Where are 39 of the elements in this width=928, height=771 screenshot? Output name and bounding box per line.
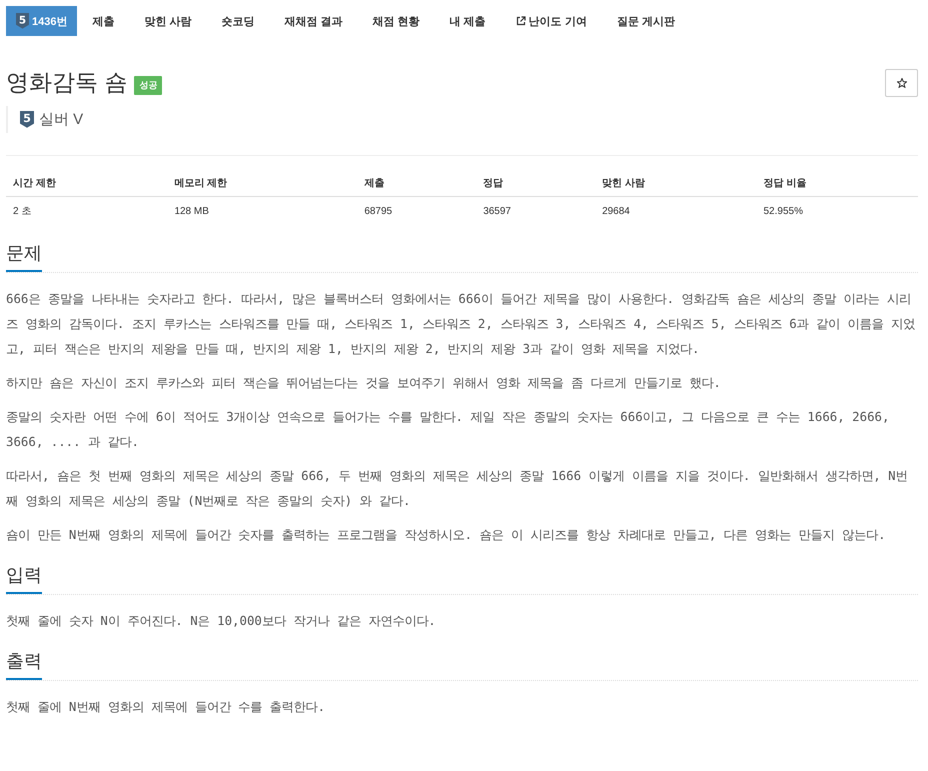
table-cell: 36597	[476, 196, 596, 225]
nav-tab[interactable]: 재채점 결과	[270, 6, 358, 36]
column-header: 정답 비율	[756, 156, 918, 196]
paragraph: 하지만 숌은 자신이 조지 루카스와 피터 잭슨을 뛰어넘는다는 것을 보여주기 위해서 영화 제목을 좀 다르게 만들기로 했다.	[6, 374, 722, 392]
section-heading: 입력	[6, 563, 42, 594]
tier-icon: 5	[20, 111, 34, 128]
status-badge: 성공	[134, 76, 162, 95]
column-header: 제출	[357, 156, 476, 196]
external-link-icon	[516, 16, 526, 26]
nav-tab[interactable]: 숏코딩	[206, 6, 270, 36]
table-cell: 29684	[595, 196, 756, 225]
nav-tab[interactable]: 5 1436번	[6, 6, 78, 36]
paragraph: 따라서, 숌은 첫 번째 영화의 제목은 세상의 종말 666, 두 번째 영화의 제목은 세상의 종말 1666 이렇게 이름을 지을 것이다. 일반화해서 생각하면, N번째 영화의 제목은 세상의 종말 (N번째로 작은 종말의 숫자) 와 같다.	[6, 467, 909, 510]
paragraph: 첫째 줄에 숫자 N이 주어진다. N은 10,000보다 작거나 같은 자연수이다.	[6, 612, 437, 630]
column-header: 정답	[476, 156, 596, 196]
table-cell: 2 초	[6, 196, 168, 225]
favorite-button[interactable]	[885, 68, 918, 96]
tier-label: 실버 V	[39, 110, 84, 129]
nav-tab[interactable]: 제출	[77, 6, 130, 36]
problem-title: 영화감독 숌	[6, 68, 128, 97]
paragraph: 종말의 숫자란 어떤 수에 6이 적어도 3개이상 연속으로 들어가는 수를 말한다. 제일 작은 종말의 숫자는 666이고, 그 다음으로 큰 수는 1666, 2666, 3666, .... 과 같다.	[6, 408, 890, 451]
paragraph: 첫째 줄에 N번째 영화의 제목에 들어간 수를 출력한다.	[6, 698, 326, 716]
nav-tab[interactable]: 맞힌 사람	[129, 6, 207, 36]
section-heading: 문제	[6, 241, 42, 272]
nav-tab[interactable]: 채점 현황	[358, 6, 435, 36]
column-header: 시간 제한	[6, 156, 168, 196]
section-heading: 출력	[6, 649, 42, 680]
column-header: 맞힌 사람	[595, 156, 756, 196]
star-icon	[896, 78, 906, 88]
paragraph: 숌이 만든 N번째 영화의 제목에 들어간 숫자를 출력하는 프로그램을 작성하시오. 숌은 이 시리즈를 항상 차례대로 만들고, 다른 영화는 만들지 않는다.	[6, 526, 887, 544]
table-cell: 52.955%	[756, 196, 918, 225]
paragraph: 666은 종말을 나타내는 숫자라고 한다. 따라서, 많은 블록버스터 영화에서는 666이 들어간 제목을 많이 사용한다. 영화감독 숌은 세상의 종말 이라는 시리즈 영화의 감독이다. 조지 루카스는 스타워즈를 만들 때, 스타워즈 1, 스타워즈 2, 스타워즈 3, 스타워즈 4, 스타워즈 5, 스타워즈 6과 같이 이름을 지었고, 피터 잭슨은 반지의 제왕을 만들 때, 반지의 제왕 1, 반지의 제왕 2, 반지의 제왕 3과 같이 영화 제목을 지었다.	[6, 290, 916, 358]
tier-icon: 5	[16, 13, 29, 29]
nav-tab[interactable]: 난이도 기여	[500, 6, 602, 36]
table-cell: 68795	[357, 196, 476, 225]
nav-tab[interactable]: 질문 게시판	[602, 6, 690, 36]
column-header: 메모리 제한	[167, 156, 358, 196]
table-cell: 128 MB	[167, 196, 358, 225]
nav-tab[interactable]: 내 제출	[434, 6, 501, 36]
